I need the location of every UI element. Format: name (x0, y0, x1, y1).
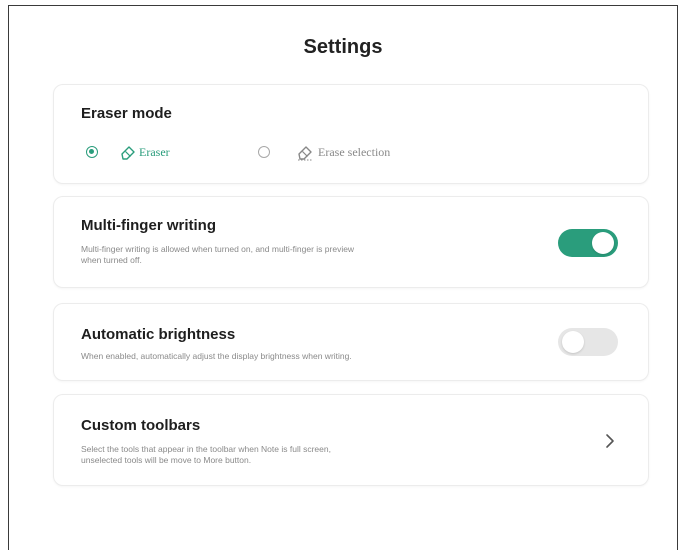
multi-finger-card: Multi-finger writing Multi-finger writin… (53, 196, 649, 288)
multi-finger-title: Multi-finger writing (81, 217, 216, 234)
auto-brightness-toggle[interactable] (558, 328, 618, 356)
multi-finger-description: Multi-finger writing is allowed when tur… (81, 244, 354, 266)
erase-selection-radio[interactable] (258, 146, 270, 158)
auto-brightness-description: When enabled, automatically adjust the d… (81, 351, 352, 361)
eraser-option-label: Eraser (139, 145, 170, 159)
custom-toolbars-description-line1: Select the tools that appear in the tool… (81, 444, 331, 454)
eraser-radio[interactable] (86, 146, 98, 158)
eraser-mode-title: Eraser mode (81, 105, 172, 122)
erase-selection-option-label: Erase selection (318, 145, 391, 159)
eraser-mode-card: Eraser mode Eraser Erase selection (53, 84, 649, 184)
custom-toolbars-description-line2: unselected tools will be move to More bu… (81, 455, 252, 465)
auto-brightness-card: Automatic brightness When enabled, autom… (53, 303, 649, 381)
multi-finger-toggle[interactable] (558, 229, 618, 257)
erase-selection-icon (298, 146, 312, 161)
eraser-option[interactable]: Eraser (79, 142, 209, 164)
erase-selection-option[interactable]: Erase selection (252, 142, 452, 164)
multi-finger-description-line2: when turned off. (81, 255, 142, 265)
toggle-knob (592, 232, 614, 254)
chevron-right-icon[interactable] (604, 433, 616, 449)
eraser-icon (121, 146, 135, 160)
settings-window: Settings Eraser mode Eraser Erase select… (8, 5, 678, 550)
auto-brightness-title: Automatic brightness (81, 326, 236, 343)
custom-toolbars-title: Custom toolbars (81, 417, 201, 434)
page-title: Settings (303, 36, 383, 58)
toggle-knob (562, 331, 584, 353)
multi-finger-description-line1: Multi-finger writing is allowed when tur… (81, 244, 355, 254)
custom-toolbars-description: Select the tools that appear in the tool… (81, 444, 331, 466)
custom-toolbars-card[interactable]: Custom toolbars Select the tools that ap… (53, 394, 649, 486)
